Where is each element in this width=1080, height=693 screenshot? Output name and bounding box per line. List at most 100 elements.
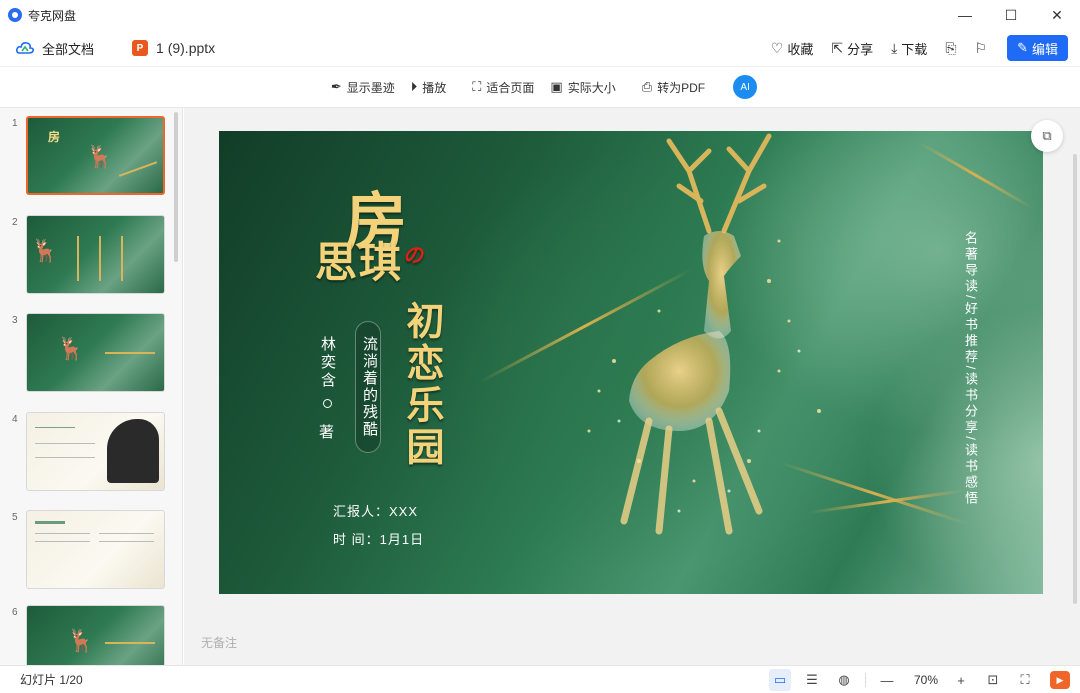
notes-view-button[interactable]: ☰ <box>801 669 823 691</box>
status-bar: 幻灯片 1/20 ▭ ☰ ◍ — 70% + ⊡ ⛶ ▶ <box>0 665 1080 693</box>
favorite-label: 收藏 <box>787 41 814 57</box>
slide-thumbnail-panel: 1 🦌 房 2 🦌 3 🦌 4 5 6 🦌 <box>0 108 183 665</box>
download-button[interactable]: ⤓ 下载 <box>891 39 927 58</box>
export-file-icon: ⎘ <box>945 39 957 56</box>
thumbnail-row[interactable]: 1 🦌 房 <box>0 116 182 200</box>
favorite-button[interactable]: ♡ 收藏 <box>771 39 814 58</box>
notes-view-icon: ☰ <box>806 672 818 687</box>
gold-vein-line <box>105 352 155 354</box>
share-button[interactable]: ⇱ 分享 <box>831 39 873 58</box>
thumbnail-scrollbar[interactable] <box>174 112 178 262</box>
convert-pdf-button[interactable]: ⎙ 转为PDF <box>642 79 705 96</box>
actual-size-button[interactable]: ▣ 实际大小 <box>550 79 615 96</box>
status-divider <box>865 673 866 687</box>
fit-window-button[interactable]: ⊡ <box>982 669 1004 691</box>
show-ink-label: 显示墨迹 <box>346 80 395 95</box>
close-button[interactable]: ✕ <box>1034 0 1080 30</box>
heart-icon: ♡ <box>770 39 784 56</box>
play-label: 播放 <box>422 80 447 95</box>
thumbnail-number: 6 <box>12 607 18 618</box>
text-line <box>99 533 154 534</box>
thumbnail-number: 4 <box>12 414 18 425</box>
minimize-button[interactable]: — <box>942 0 988 30</box>
maximize-button[interactable]: ☐ <box>988 0 1034 30</box>
author-suffix: 著 <box>319 424 335 441</box>
text-line <box>99 541 154 542</box>
gold-vein-line <box>99 236 101 281</box>
deer-icon: 🦌 <box>67 628 95 653</box>
feedback-button[interactable]: ⚐ <box>975 40 988 57</box>
thumbnail-row[interactable]: 2 🦌 <box>0 215 182 299</box>
pdf-icon: ⎙ <box>641 79 653 94</box>
text-line <box>35 533 90 534</box>
author-dot-icon <box>323 399 332 408</box>
thumbnail-title-mark: 房 <box>48 130 61 144</box>
author-name: 林奕含 <box>319 336 336 390</box>
deer-icon: 🦌 <box>86 144 114 169</box>
notes-placeholder[interactable]: 无备注 <box>201 634 237 651</box>
text-line <box>35 457 95 458</box>
fit-page-button[interactable]: ⛶ 适合页面 <box>472 79 534 96</box>
play-button[interactable]: ⏵ 播放 <box>411 79 447 96</box>
slide-title-mid: 思琪 <box>315 238 404 287</box>
thumbnail-slide-1[interactable]: 🦌 房 <box>26 116 165 195</box>
slide-tools-button[interactable]: ⧉ <box>1031 120 1063 152</box>
thumbnail-slide-4[interactable] <box>26 412 165 491</box>
thumbnail-row[interactable]: 5 <box>0 510 182 594</box>
app-name: 夸克网盘 <box>28 8 77 23</box>
all-documents-link[interactable]: 全部文档 <box>42 39 94 58</box>
normal-view-button[interactable]: ▭ <box>769 669 791 691</box>
gold-vein-line <box>77 236 79 281</box>
play-icon: ▶ <box>1056 674 1064 685</box>
download-label: 下载 <box>901 41 928 57</box>
convert-pdf-label: 转为PDF <box>657 80 706 95</box>
slide-tagline: 名著导读/好书推荐/读书分享/读书感悟 <box>963 231 978 507</box>
save-to-device-button[interactable]: ⎘ <box>945 40 956 57</box>
deer-icon: 🦌 <box>57 336 85 361</box>
zoom-in-button[interactable]: + <box>950 669 972 691</box>
thumbnail-row[interactable]: 6 🦌 <box>0 605 182 665</box>
slide-title-no: の <box>403 243 423 267</box>
thumbnail-row[interactable]: 4 <box>0 412 182 496</box>
window-controls: — ☐ ✕ <box>942 0 1080 30</box>
pen-icon: ✒ <box>330 79 342 94</box>
share-label: 分享 <box>847 41 874 57</box>
minus-icon: — <box>880 672 894 688</box>
zoom-level: 70% <box>913 673 939 687</box>
ai-assistant-button[interactable]: AI <box>733 75 758 99</box>
actual-size-label: 实际大小 <box>567 80 616 95</box>
status-controls: ▭ ☰ ◍ — 70% + ⊡ ⛶ ▶ <box>759 666 1070 693</box>
zoom-out-button[interactable]: — <box>876 669 898 691</box>
app-logo-icon <box>8 8 22 22</box>
edit-label: 编辑 <box>1031 41 1058 57</box>
fullscreen-button[interactable]: ⛶ <box>1014 669 1036 691</box>
deer-icon: 🦌 <box>31 238 59 263</box>
translate-icon: ⧉ <box>1042 128 1052 143</box>
deer-illustration <box>587 133 821 535</box>
thumbnail-slide-3[interactable]: 🦌 <box>26 313 165 392</box>
thumbnail-slide-2[interactable]: 🦌 <box>26 215 165 294</box>
show-ink-button[interactable]: ✒ 显示墨迹 <box>331 79 395 96</box>
canvas-scrollbar[interactable] <box>1073 154 1077 604</box>
fit-window-icon: ⊡ <box>987 672 999 687</box>
header-actions: ♡ 收藏 ⇱ 分享 ⤓ 下载 ⎘ ⚐ ✎ 编辑 <box>753 30 1068 66</box>
slide-subtitle: 流淌着的残酷 <box>361 336 378 438</box>
thumbnail-slide-5[interactable] <box>26 510 165 589</box>
pencil-icon: ✎ <box>1017 40 1028 55</box>
heading-line <box>35 521 65 524</box>
edit-button[interactable]: ✎ 编辑 <box>1007 35 1068 61</box>
web-view-button[interactable]: ◍ <box>833 669 855 691</box>
gold-vein-line <box>118 161 158 177</box>
gold-vein-line <box>105 642 155 644</box>
fit-page-label: 适合页面 <box>486 80 535 95</box>
thumbnail-row[interactable]: 3 🦌 <box>0 313 182 397</box>
slideshow-play-button[interactable]: ▶ <box>1050 671 1070 689</box>
normal-view-icon: ▭ <box>773 672 787 687</box>
document-header: 全部文档 P 1 (9).pptx ♡ 收藏 ⇱ 分享 ⤓ 下载 ⎘ ⚐ ✎ 编… <box>0 30 1080 66</box>
fullscreen-icon: ⛶ <box>1020 672 1030 687</box>
download-icon: ⤓ <box>891 39 898 56</box>
text-line <box>35 427 75 428</box>
actual-size-icon: ▣ <box>550 79 563 94</box>
slide-title-vertical: 初恋乐园 <box>400 301 445 469</box>
thumbnail-slide-6[interactable]: 🦌 <box>26 605 165 665</box>
